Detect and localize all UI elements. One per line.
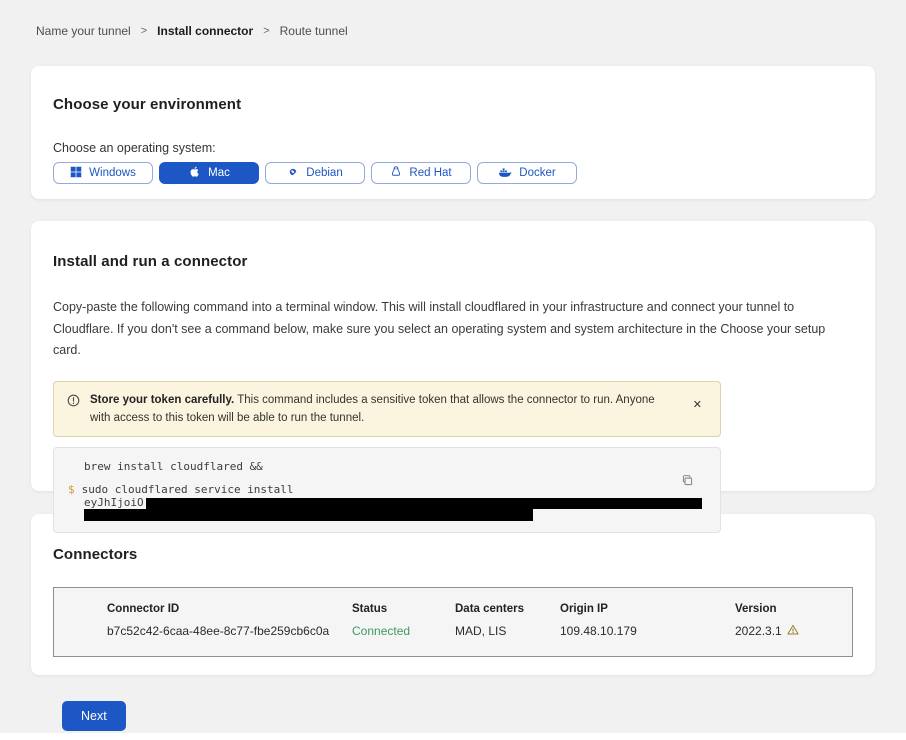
os-button-row: Windows Mac Debian <box>53 162 853 184</box>
column-header-status: Status <box>352 603 455 615</box>
redacted-token-bar <box>84 509 533 521</box>
os-button-label: Debian <box>306 167 342 179</box>
os-button-mac[interactable]: Mac <box>159 162 259 184</box>
connectors-table-header: Connector ID Status Data centers Origin … <box>107 603 852 615</box>
connector-table-row: b7c52c42-6caa-48ee-8c77-fbe259cb6c0a Con… <box>107 624 852 638</box>
footer-strip <box>0 733 906 740</box>
breadcrumb: Name your tunnel > Install connector > R… <box>0 0 906 38</box>
redacted-token-bar <box>146 498 702 509</box>
install-instructions: Copy-paste the following command into a … <box>53 297 853 362</box>
code-line-sudo: $ sudo cloudflared service install <box>68 483 706 496</box>
version-number: 2022.3.1 <box>735 624 782 638</box>
banner-message-bold: Store your token carefully. <box>90 394 234 406</box>
os-button-windows[interactable]: Windows <box>53 162 153 184</box>
os-select-label: Choose an operating system: <box>53 141 853 155</box>
breadcrumb-separator: > <box>141 25 147 37</box>
linux-penguin-icon <box>390 165 402 181</box>
connector-data-centers-value: MAD, LIS <box>455 624 560 638</box>
install-card-title: Install and run a connector <box>53 253 853 270</box>
next-button[interactable]: Next <box>62 701 126 731</box>
os-button-label: Mac <box>208 167 230 179</box>
connector-id-value: b7c52c42-6caa-48ee-8c77-fbe259cb6c0a <box>107 624 352 638</box>
code-line-brew: brew install cloudflared && <box>84 460 706 473</box>
breadcrumb-separator: > <box>263 25 269 37</box>
copy-command-button[interactable] <box>679 472 696 492</box>
banner-close-button[interactable]: ✕ <box>687 394 708 415</box>
os-button-label: Docker <box>519 167 555 179</box>
environment-card-title: Choose your environment <box>53 96 853 113</box>
connectors-card-title: Connectors <box>53 546 853 563</box>
breadcrumb-install-connector[interactable]: Install connector <box>157 24 253 38</box>
banner-message: Store your token carefully. This command… <box>90 391 677 428</box>
token-prefix: eyJhIjoiO <box>84 496 144 509</box>
debian-swirl-icon <box>287 166 299 181</box>
apple-logo-icon <box>188 165 201 181</box>
page-content: Choose your environment Choose an operat… <box>31 66 875 731</box>
column-header-connector-id: Connector ID <box>107 603 352 615</box>
alert-circle-icon <box>67 394 80 413</box>
connectors-card: Connectors Connector ID Status Data cent… <box>31 514 875 675</box>
breadcrumb-name-your-tunnel[interactable]: Name your tunnel <box>36 24 131 38</box>
os-button-docker[interactable]: Docker <box>477 162 577 184</box>
code-line-sudo-text: sudo cloudflared service install <box>82 483 294 496</box>
column-header-origin-ip: Origin IP <box>560 603 735 615</box>
version-warning-icon <box>787 624 799 638</box>
breadcrumb-route-tunnel[interactable]: Route tunnel <box>280 24 348 38</box>
install-command-codeblock: brew install cloudflared && $ sudo cloud… <box>53 447 721 533</box>
docker-whale-icon <box>498 166 512 181</box>
os-button-label: Red Hat <box>409 167 451 179</box>
column-header-version: Version <box>735 603 852 615</box>
connector-origin-ip-value: 109.48.10.179 <box>560 624 735 638</box>
connector-version-value: 2022.3.1 <box>735 624 852 638</box>
connectors-table: Connector ID Status Data centers Origin … <box>53 587 853 657</box>
token-warning-banner: Store your token carefully. This command… <box>53 381 721 438</box>
os-button-redhat[interactable]: Red Hat <box>371 162 471 184</box>
choose-environment-card: Choose your environment Choose an operat… <box>31 66 875 199</box>
os-button-label: Windows <box>89 167 136 179</box>
os-button-debian[interactable]: Debian <box>265 162 365 184</box>
column-header-data-centers: Data centers <box>455 603 560 615</box>
connector-status-value: Connected <box>352 624 455 638</box>
shell-prompt: $ <box>68 483 75 496</box>
windows-logo-icon <box>70 166 82 181</box>
install-connector-card: Install and run a connector Copy-paste t… <box>31 221 875 491</box>
token-line: eyJhIjoiO <box>84 497 706 521</box>
